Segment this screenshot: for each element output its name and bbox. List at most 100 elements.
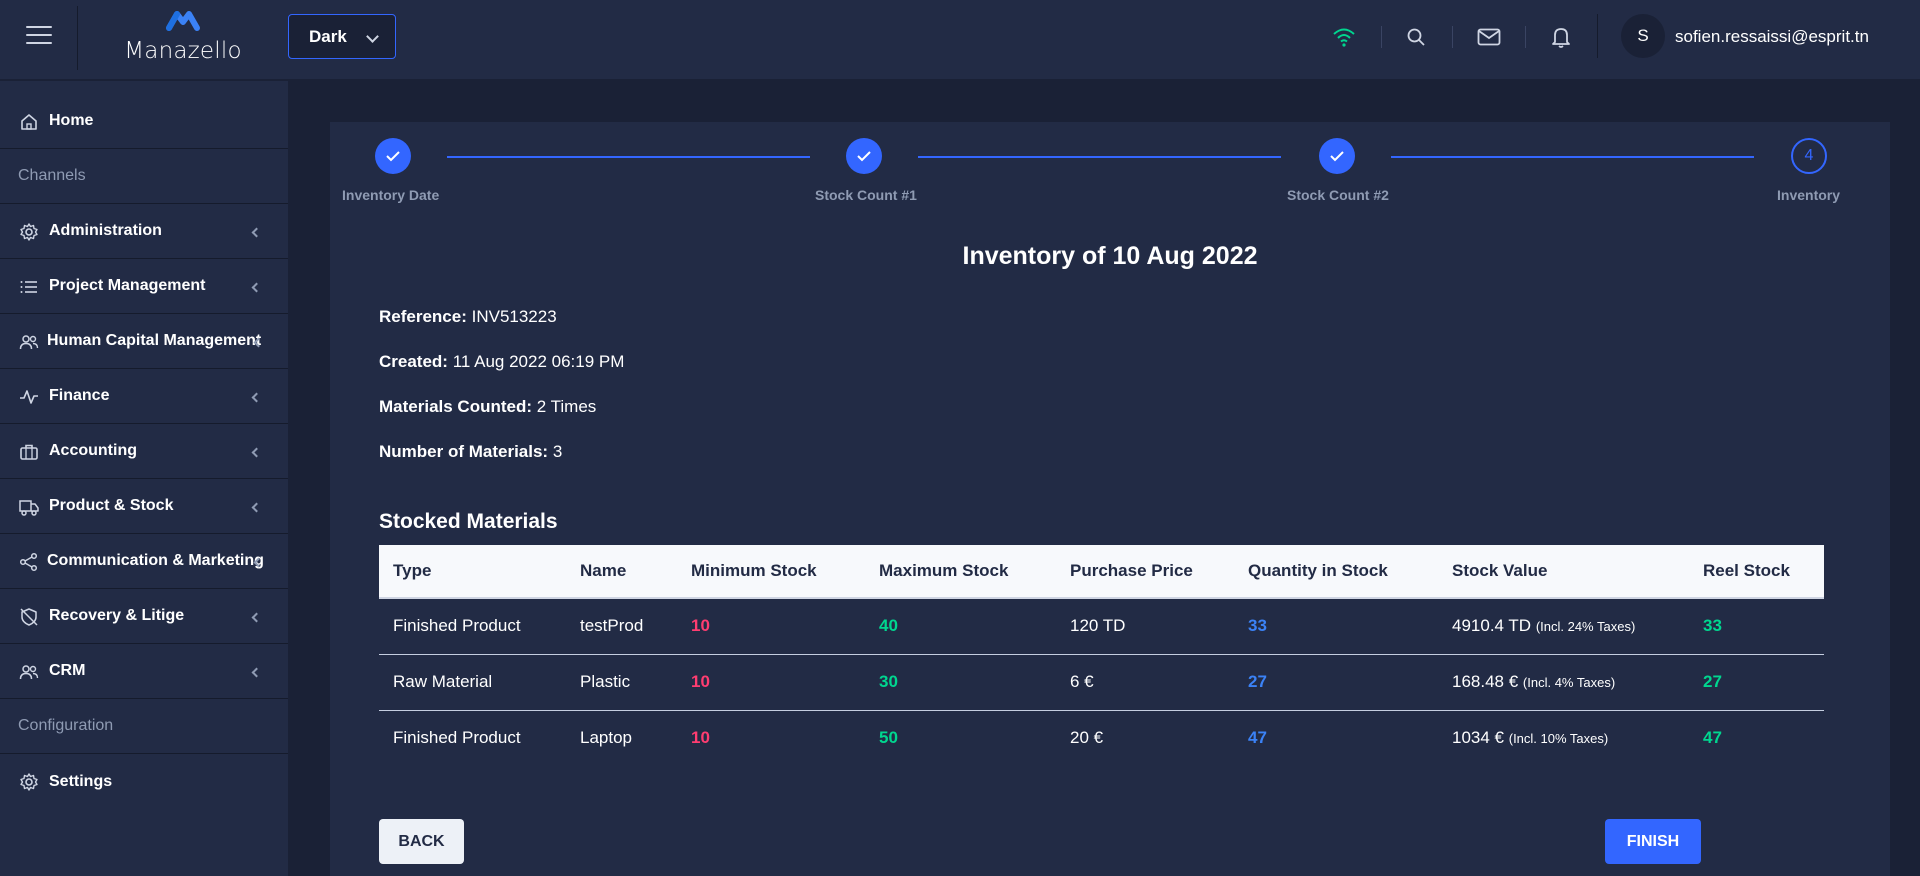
back-button[interactable]: BACK bbox=[379, 819, 464, 864]
step-inventory-date[interactable] bbox=[375, 138, 411, 174]
column-header-purchase-price[interactable]: Purchase Price bbox=[1070, 561, 1193, 581]
sidebar-item-administration[interactable]: Administration bbox=[0, 204, 288, 259]
step-stock-count-2[interactable] bbox=[1319, 138, 1355, 174]
table-row: Finished Product testProd 10 40 120 TD 3… bbox=[379, 599, 1824, 655]
sidebar-group-configuration: Configuration bbox=[0, 699, 288, 754]
sidebar-item-project-management[interactable]: Project Management bbox=[0, 259, 288, 314]
column-header-quantity-in-stock[interactable]: Quantity in Stock bbox=[1248, 561, 1388, 581]
gear-icon bbox=[20, 223, 38, 241]
step-label: Inventory Date bbox=[342, 187, 440, 203]
sidebar-item-label: Project Management bbox=[49, 277, 206, 294]
cell-maximum-stock: 40 bbox=[879, 616, 898, 635]
cell-name: testProd bbox=[580, 616, 644, 635]
bell-icon[interactable] bbox=[1548, 24, 1574, 50]
sidebar-item-home[interactable]: Home bbox=[0, 94, 288, 149]
sidebar-item-crm[interactable]: CRM bbox=[0, 644, 288, 699]
stepper-connector bbox=[1391, 156, 1754, 158]
cell-reel-stock: 27 bbox=[1703, 672, 1722, 691]
finish-button[interactable]: FINISH bbox=[1605, 819, 1701, 864]
app-logo[interactable]: Manazello bbox=[118, 6, 248, 66]
info-created: Created: 11 Aug 2022 06:19 PM bbox=[379, 352, 624, 372]
mail-icon[interactable] bbox=[1476, 24, 1502, 50]
share-icon bbox=[19, 552, 38, 572]
gear-icon bbox=[20, 773, 38, 791]
sidebar-item-human-capital-management[interactable]: Human Capital Management bbox=[0, 314, 288, 369]
inventory-title: Inventory of 10 Aug 2022 bbox=[962, 242, 1258, 270]
chevron-left-icon bbox=[251, 502, 262, 513]
divider bbox=[1381, 26, 1382, 48]
column-header-maximum-stock[interactable]: Maximum Stock bbox=[879, 561, 1008, 581]
sidebar-item-finance[interactable]: Finance bbox=[0, 369, 288, 424]
column-header-minimum-stock[interactable]: Minimum Stock bbox=[691, 561, 817, 581]
cell-type: Finished Product bbox=[393, 616, 521, 635]
sidebar-item-settings[interactable]: Settings bbox=[0, 754, 288, 809]
check-icon bbox=[857, 151, 871, 162]
divider bbox=[77, 6, 78, 70]
cell-name: Laptop bbox=[580, 728, 632, 747]
divider bbox=[1597, 14, 1598, 58]
stock-value-tax: (Incl. 24% Taxes) bbox=[1535, 619, 1636, 634]
chevron-left-icon bbox=[251, 392, 262, 403]
list-icon bbox=[20, 281, 37, 293]
sidebar-item-label: Settings bbox=[49, 772, 113, 790]
check-icon bbox=[386, 151, 400, 162]
cell-maximum-stock: 30 bbox=[879, 672, 898, 691]
sidebar-item-label: Administration bbox=[49, 222, 162, 239]
step-label: Stock Count #2 bbox=[1287, 187, 1389, 203]
chevron-left-icon bbox=[251, 612, 262, 623]
info-label: Materials Counted: bbox=[379, 397, 533, 416]
step-label: Stock Count #1 bbox=[815, 187, 917, 203]
sidebar-group-label: Channels bbox=[18, 167, 86, 184]
stock-value-amount: 4910.4 TD bbox=[1452, 616, 1532, 635]
info-value: 2 Times bbox=[536, 397, 597, 416]
stepper-connector bbox=[447, 156, 810, 158]
home-icon bbox=[21, 114, 37, 130]
app-name: Manazello bbox=[124, 38, 242, 64]
chevron-left-icon bbox=[251, 667, 262, 678]
cell-quantity-in-stock: 47 bbox=[1248, 728, 1267, 747]
info-label: Number of Materials: bbox=[379, 442, 549, 461]
cell-stock-value: 168.48 € (Incl. 4% Taxes) bbox=[1452, 672, 1615, 692]
people-icon bbox=[19, 335, 39, 350]
step-inventory[interactable]: 4 bbox=[1791, 138, 1827, 174]
cell-minimum-stock: 10 bbox=[691, 728, 710, 747]
info-reference: Reference: INV513223 bbox=[379, 307, 557, 327]
info-value: 11 Aug 2022 06:19 PM bbox=[452, 352, 625, 371]
sidebar-item-label: Recovery & Litige bbox=[49, 607, 185, 624]
column-header-name[interactable]: Name bbox=[580, 561, 626, 581]
cell-type: Finished Product bbox=[393, 728, 521, 747]
cell-purchase-price: 20 € bbox=[1070, 728, 1104, 747]
sidebar-item-product-stock[interactable]: Product & Stock bbox=[0, 479, 288, 534]
info-value: 3 bbox=[552, 442, 563, 461]
cell-quantity-in-stock: 33 bbox=[1248, 616, 1267, 635]
shield-off-icon bbox=[20, 608, 38, 626]
step-stock-count-1[interactable] bbox=[846, 138, 882, 174]
column-header-reel-stock[interactable]: Reel Stock bbox=[1703, 561, 1790, 581]
sidebar-item-label: Communication & Marketing bbox=[47, 552, 264, 569]
sidebar-item-recovery-litige[interactable]: Recovery & Litige bbox=[0, 589, 288, 644]
theme-select[interactable]: Dark bbox=[288, 14, 396, 59]
top-bar: Manazello Dark S sofien.ressaissi@esprit… bbox=[0, 0, 1920, 80]
stock-value-amount: 1034 € bbox=[1452, 728, 1504, 747]
wifi-icon[interactable] bbox=[1331, 24, 1357, 50]
cell-name: Plastic bbox=[580, 672, 631, 691]
sidebar-item-label: Accounting bbox=[49, 442, 137, 459]
chevron-left-icon bbox=[251, 282, 262, 293]
user-email[interactable]: sofien.ressaissi@esprit.tn bbox=[1675, 27, 1869, 47]
sidebar-item-accounting[interactable]: Accounting bbox=[0, 424, 288, 479]
table-row: Raw Material Plastic 10 30 6 € 27 168.48… bbox=[379, 655, 1824, 711]
hamburger-menu-icon[interactable] bbox=[26, 26, 52, 46]
cell-minimum-stock: 10 bbox=[691, 616, 710, 635]
column-header-type[interactable]: Type bbox=[393, 561, 431, 581]
sidebar-item-communication-marketing[interactable]: Communication & Marketing bbox=[0, 534, 288, 589]
stock-value-tax: (Incl. 10% Taxes) bbox=[1508, 731, 1609, 746]
search-icon[interactable] bbox=[1403, 24, 1429, 50]
chevron-left-icon bbox=[251, 447, 262, 458]
cell-purchase-price: 6 € bbox=[1070, 672, 1094, 691]
table-row: Finished Product Laptop 10 50 20 € 47 10… bbox=[379, 711, 1824, 767]
info-label: Created: bbox=[379, 352, 448, 371]
user-avatar[interactable]: S bbox=[1621, 14, 1665, 58]
sidebar: Home Channels Administration Project Man… bbox=[0, 81, 288, 876]
column-header-stock-value[interactable]: Stock Value bbox=[1452, 561, 1547, 581]
cell-reel-stock: 47 bbox=[1703, 728, 1722, 747]
